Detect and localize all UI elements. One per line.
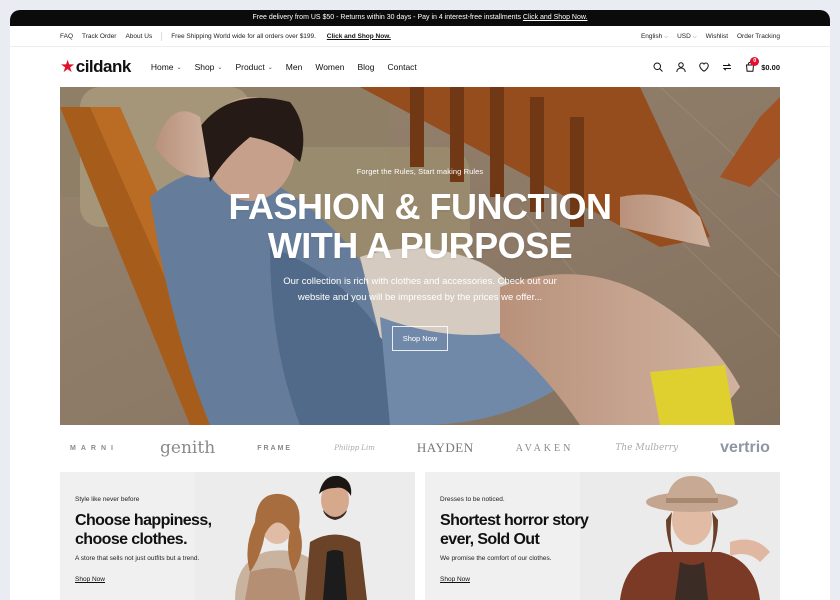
- chevron-down-icon: ⌄: [267, 64, 273, 71]
- promo-card-2-shop-now-link[interactable]: Shop Now: [440, 576, 470, 583]
- hero-description: Our collection is rich with clothes and …: [283, 276, 557, 303]
- shipping-promo-text: Free Shipping World wide for all orders …: [171, 32, 316, 40]
- shipping-promo: Free Shipping World wide for all orders …: [171, 33, 391, 40]
- hero-title-line-1: FASHION & FUNCTION: [228, 186, 613, 227]
- brand-logo-avaken[interactable]: AVAKEN: [516, 443, 574, 454]
- promo-card-1-title: Choose happiness, choose clothes.: [75, 512, 212, 548]
- promo-card-1-description: A store that sells not just outfits but …: [75, 555, 200, 562]
- nav-label: Shop: [194, 62, 215, 72]
- promo-cards: Style like never before Choose happiness…: [60, 472, 780, 600]
- user-icon[interactable]: [675, 61, 687, 73]
- nav-label: Product: [235, 62, 265, 72]
- promo-card-2-text: Dresses to be noticed. Shortest horror s…: [440, 496, 610, 586]
- announcement-bar: Free delivery from US $50 - Returns with…: [10, 10, 830, 26]
- cart-button[interactable]: 0 $0.00: [744, 57, 780, 73]
- brand-logo-hayden[interactable]: HAYDEN: [417, 440, 474, 456]
- header-actions: 0 $0.00: [652, 57, 780, 73]
- chevron-down-icon: ⌵: [664, 33, 669, 40]
- brand-logo-vertrio[interactable]: vertrio: [720, 439, 770, 457]
- utility-bar: FAQ Track Order About Us Free Shipping W…: [10, 26, 830, 47]
- nav-item-product[interactable]: Product ⌄: [235, 62, 272, 72]
- main-header: ★ cildank Home ⌄ Shop ⌄ Product ⌄ Men Women…: [10, 47, 830, 87]
- promo-card-1: Style like never before Choose happiness…: [60, 472, 415, 600]
- woman-hat-photo: [580, 472, 780, 600]
- nav-item-blog[interactable]: Blog: [357, 62, 374, 72]
- star-logo-icon: ★: [60, 57, 75, 76]
- hero-title-line-2: WITH A PURPOSE: [267, 225, 573, 266]
- brand-logo-frame[interactable]: FRAME: [257, 445, 292, 452]
- promo-card-1-shop-now-link[interactable]: Shop Now: [75, 576, 105, 583]
- hero-title: FASHION & FUNCTION WITH A PURPOSE: [60, 187, 780, 265]
- promo-card-1-kicker: Style like never before: [75, 496, 140, 503]
- brand-logo-genith[interactable]: genith: [160, 438, 215, 458]
- nav-item-women[interactable]: Women: [315, 62, 344, 72]
- search-icon[interactable]: [652, 61, 664, 73]
- promo-card-2-description: We promise the comfort of our clothes.: [440, 555, 552, 562]
- logo-text: cildank: [75, 57, 132, 76]
- hero-shop-now-button[interactable]: Shop Now: [391, 326, 449, 351]
- chevron-down-icon: ⌄: [176, 64, 182, 71]
- compare-icon[interactable]: [721, 61, 733, 73]
- shipping-promo-link[interactable]: Click and Shop Now.: [327, 33, 391, 40]
- order-tracking-link[interactable]: Order Tracking: [737, 33, 780, 40]
- promo-card-1-text: Style like never before Choose happiness…: [75, 496, 245, 586]
- main-nav: Home ⌄ Shop ⌄ Product ⌄ Men Women Blog Cont…: [151, 62, 417, 72]
- brand-logo-philipp-lim[interactable]: Philipp Lim: [334, 444, 375, 452]
- nav-label: Home: [150, 62, 174, 72]
- hero-content: Forget the Rules, Start making Rules FAS…: [60, 167, 780, 351]
- nav-item-shop[interactable]: Shop ⌄: [195, 62, 223, 72]
- browser-page: Free delivery from US $50 - Returns with…: [10, 10, 830, 600]
- nav-item-contact[interactable]: Contact: [387, 62, 416, 72]
- promo-card-2-kicker: Dresses to be noticed.: [440, 496, 505, 503]
- brand-logo-marni[interactable]: MARNI: [70, 445, 118, 452]
- language-value: English: [640, 32, 663, 40]
- currency-value: USD: [677, 32, 691, 40]
- currency-select[interactable]: USD ⌵: [677, 33, 697, 40]
- promo-card-2: Dresses to be noticed. Shortest horror s…: [425, 472, 780, 600]
- wishlist-link[interactable]: Wishlist: [706, 33, 728, 40]
- promo-card-2-title: Shortest horror story ever, Sold Out: [440, 512, 589, 548]
- track-order-link[interactable]: Track Order: [82, 33, 116, 40]
- hero-banner: Forget the Rules, Start making Rules FAS…: [60, 87, 780, 425]
- about-us-link[interactable]: About Us: [125, 33, 152, 40]
- nav-item-men[interactable]: Men: [286, 62, 303, 72]
- announcement-link[interactable]: Click and Shop Now.: [523, 14, 588, 21]
- cart-total: $0.00: [761, 62, 780, 72]
- nav-item-home[interactable]: Home ⌄: [151, 62, 182, 72]
- brand-logo-mulberry[interactable]: The Mulberry: [615, 443, 678, 453]
- logo[interactable]: ★ cildank: [60, 57, 131, 77]
- announcement-text: Free delivery from US $50 - Returns with…: [252, 14, 521, 21]
- cart-count-badge: 0: [750, 57, 760, 66]
- hero-kicker: Forget the Rules, Start making Rules: [356, 167, 484, 176]
- brand-logos-row: MARNI genith FRAME Philipp Lim HAYDEN AV…: [60, 433, 780, 463]
- faq-link[interactable]: FAQ: [60, 33, 73, 40]
- chevron-down-icon: ⌄: [217, 64, 223, 71]
- divider: [161, 31, 163, 41]
- chevron-down-icon: ⌵: [692, 33, 697, 40]
- heart-icon[interactable]: [698, 61, 710, 73]
- language-select[interactable]: English ⌵: [641, 33, 668, 40]
